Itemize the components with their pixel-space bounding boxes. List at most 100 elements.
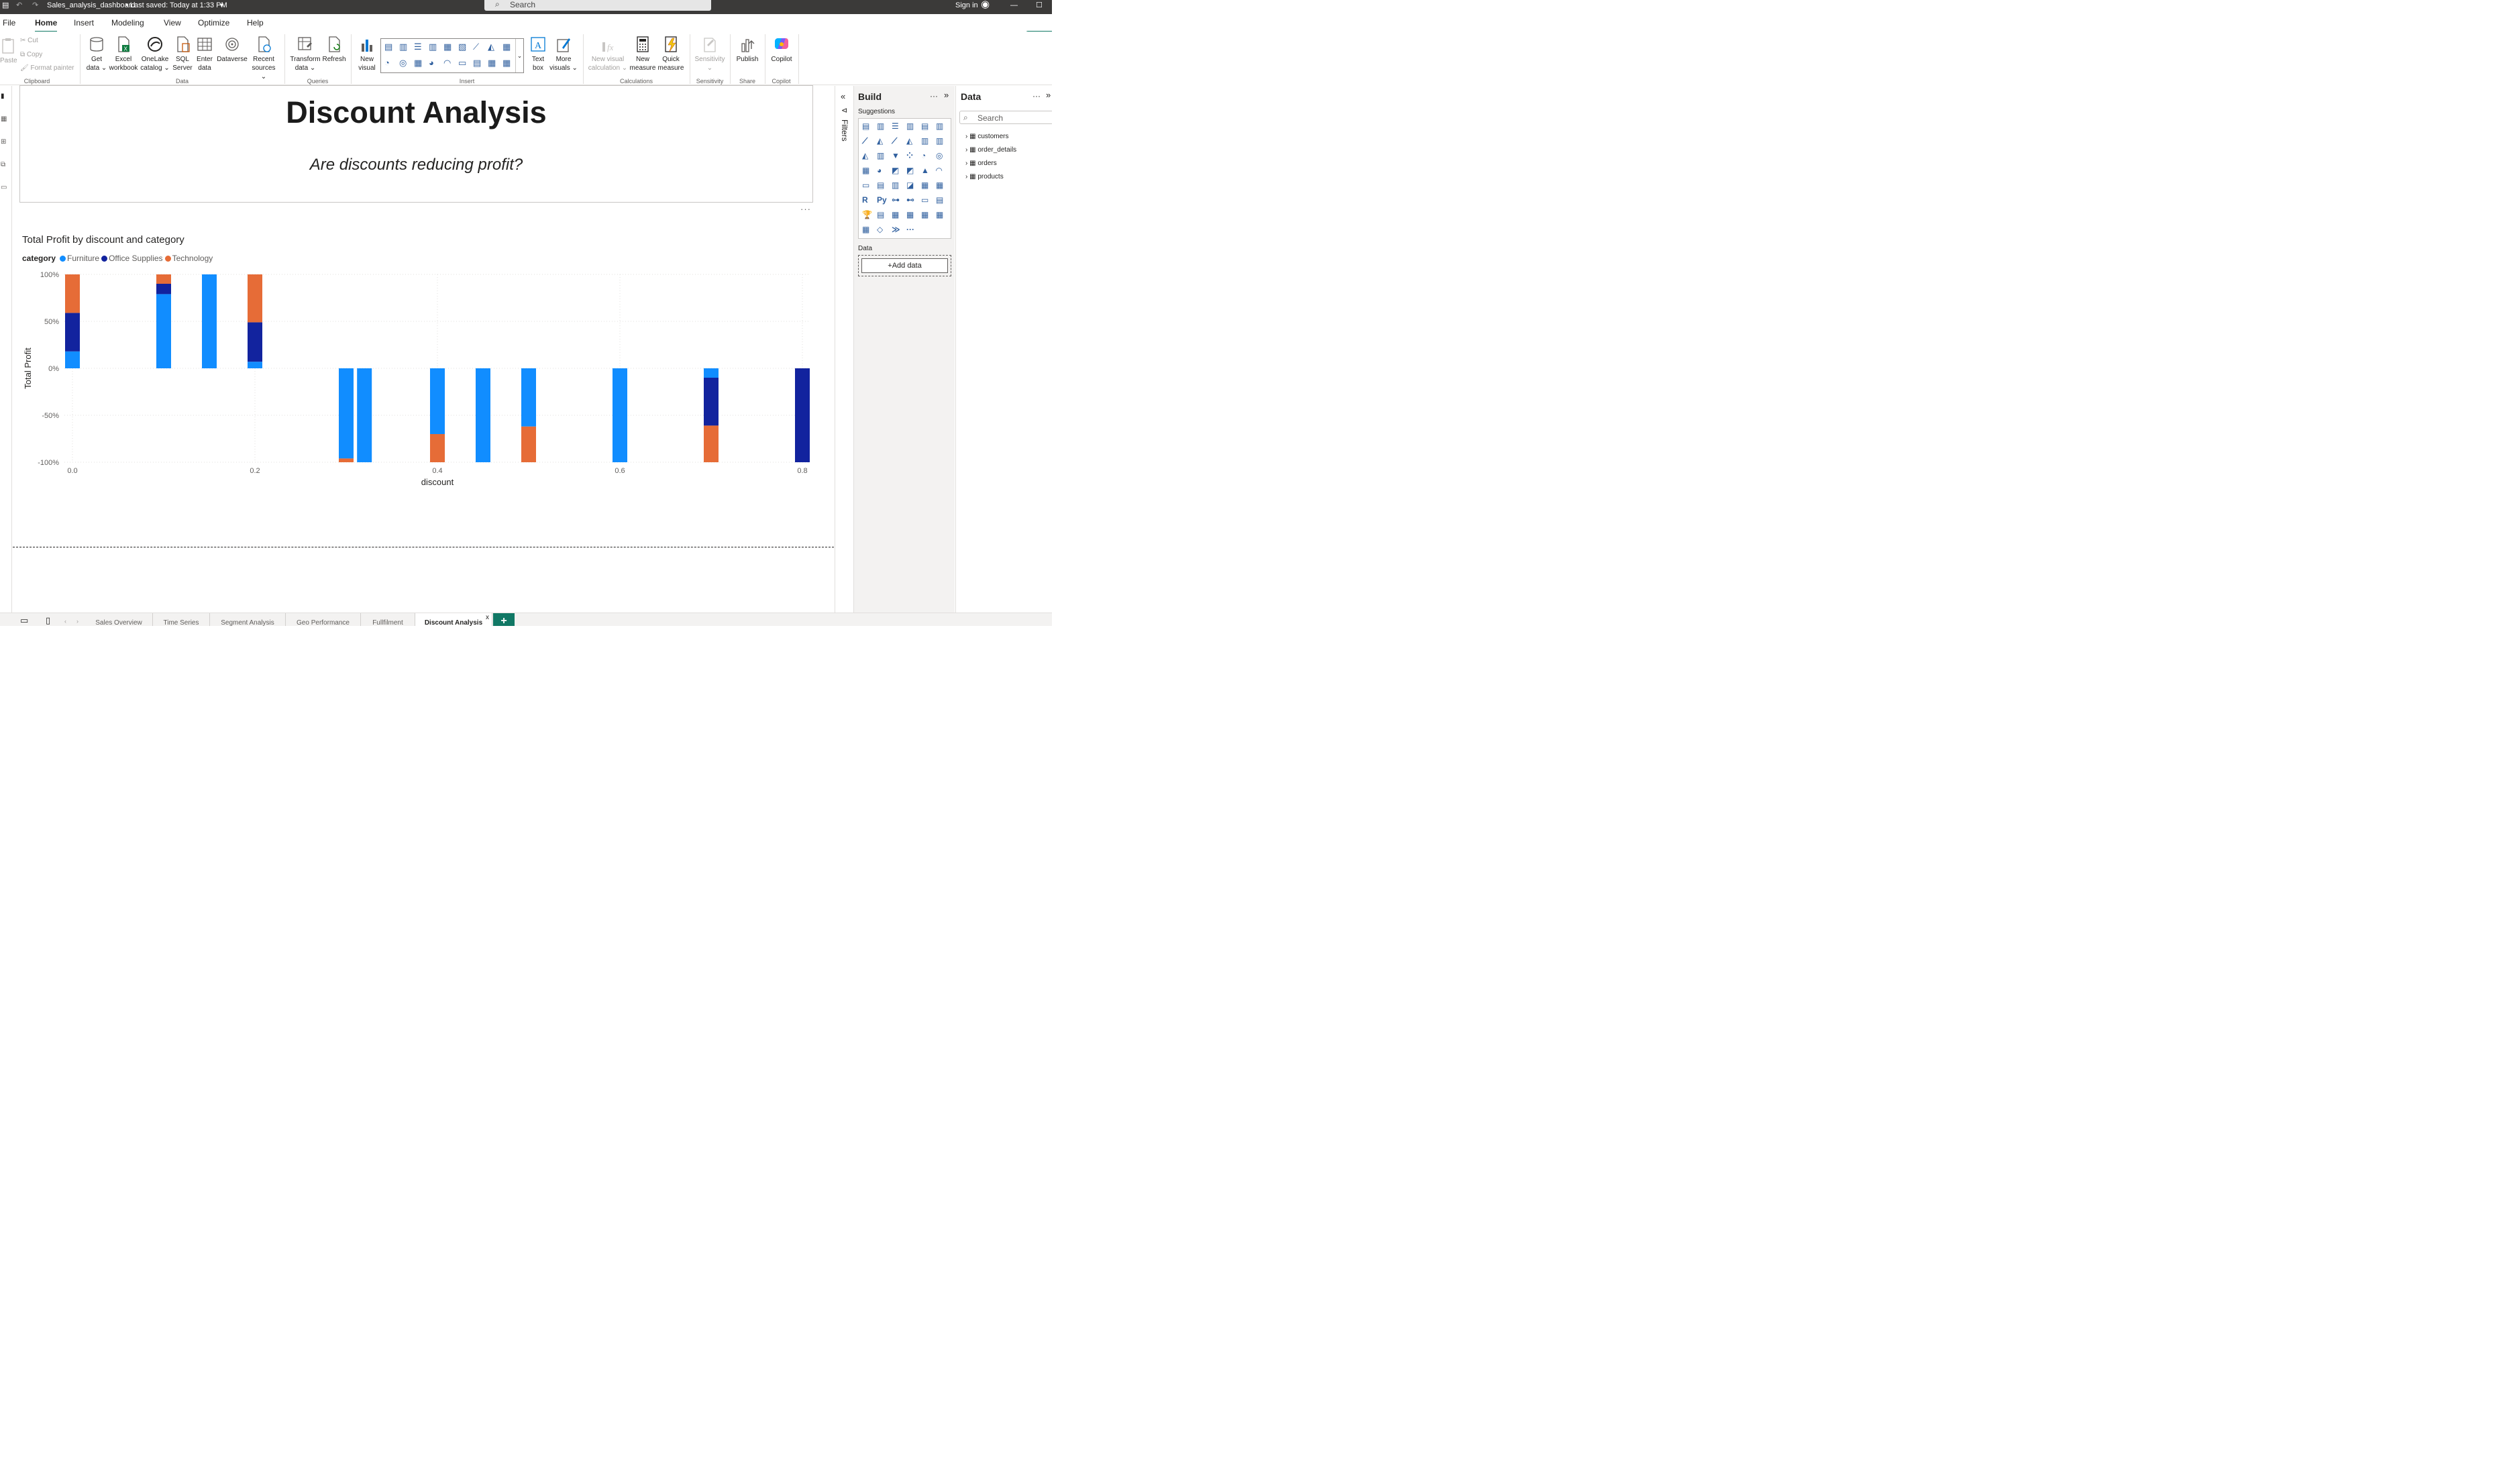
visual-type-icon[interactable]: ◎ <box>936 151 943 160</box>
bar-segment-furniture[interactable] <box>65 351 80 368</box>
visual-type-icon[interactable]: ▤ <box>921 121 929 131</box>
sign-in-link[interactable]: Sign in <box>955 0 978 14</box>
minimize-icon[interactable]: — <box>1010 0 1018 14</box>
bar-segment-technology[interactable] <box>521 426 536 462</box>
bar-segment-furniture[interactable] <box>339 368 354 459</box>
bar-segment-furniture[interactable] <box>613 368 627 462</box>
bar-segment-office-supplies[interactable] <box>704 378 719 426</box>
visual-type-icon[interactable]: Py <box>877 195 887 205</box>
bar-segment-office-supplies[interactable] <box>795 368 810 462</box>
visual-type-icon[interactable]: ◭ <box>906 136 912 146</box>
visual-type-icon[interactable]: 🏆 <box>862 210 872 219</box>
visual-type-icon[interactable]: ▥ <box>877 151 884 160</box>
bar-segment-technology[interactable] <box>339 458 354 462</box>
visual-type-icon[interactable]: ≫ <box>892 225 900 234</box>
visual-type-icon[interactable]: ▥ <box>877 121 884 131</box>
table-orders[interactable]: › ▦ orders <box>965 160 997 167</box>
visual-type-icon[interactable]: ▤ <box>862 121 869 131</box>
visual-type-icon[interactable]: ◩ <box>906 166 914 175</box>
visual-type-icon[interactable]: ▤ <box>936 195 943 205</box>
bar-segment-technology[interactable] <box>65 274 80 313</box>
table-order-details[interactable]: › ▦ order_details <box>965 146 1016 154</box>
visual-type-icon[interactable]: ▲ <box>921 166 929 175</box>
desktop-layout-icon[interactable]: ▭ <box>20 615 28 626</box>
visual-type-icon[interactable]: ··· <box>906 225 914 234</box>
visual-type-icon[interactable]: ▤ <box>877 210 884 219</box>
visual-type-icon[interactable]: ▦ <box>906 210 914 219</box>
bar-segment-technology[interactable] <box>248 274 262 323</box>
bar-segment-furniture[interactable] <box>156 294 171 368</box>
visual-type-icon[interactable]: ▼ <box>892 151 900 160</box>
visual-type-icon[interactable]: ▦ <box>936 180 943 190</box>
visual-type-icon[interactable]: ⟋ <box>892 136 897 146</box>
bar-segment-furniture[interactable] <box>476 368 490 462</box>
bar-segment-office-supplies[interactable] <box>248 322 262 362</box>
visual-type-icon[interactable]: ▦ <box>936 210 943 219</box>
tab-geo-performance[interactable]: Geo Performance <box>286 613 361 626</box>
scroll-right-icon[interactable]: › <box>76 618 78 625</box>
tab-discount-analysis[interactable]: Discount Analysis <box>415 613 492 626</box>
visual-type-icon[interactable]: ◭ <box>877 136 883 146</box>
data-expand-icon[interactable]: » <box>1046 90 1051 100</box>
visual-type-icon[interactable]: ▦ <box>892 210 899 219</box>
add-data-button[interactable]: +Add data <box>861 258 948 273</box>
visual-type-icon[interactable]: ▦ <box>862 166 869 175</box>
tab-time-series[interactable]: Time Series <box>153 613 210 626</box>
bar-segment-office-supplies[interactable] <box>156 284 171 295</box>
visual-type-icon[interactable]: ▥ <box>921 136 929 146</box>
data-more-icon[interactable]: ··· <box>1032 91 1041 101</box>
table-products[interactable]: › ▦ products <box>965 173 1004 180</box>
visual-type-icon[interactable]: ◩ <box>892 166 899 175</box>
account-icon[interactable]: ◉ <box>981 0 990 14</box>
tab-sales-overview[interactable]: Sales Overview <box>85 613 153 626</box>
visual-type-icon[interactable]: ◭ <box>862 151 868 160</box>
scroll-left-icon[interactable]: ‹ <box>64 618 66 625</box>
stacked-bar-chart[interactable]: 100% 50% 0% -50% -100% 0.0 0.2 0.4 0.6 0.8 discoun… <box>0 0 832 496</box>
expand-right-icon[interactable]: » <box>944 90 949 100</box>
visual-type-icon[interactable]: ▤ <box>877 180 884 190</box>
visual-type-icon[interactable]: ▦ <box>862 225 869 234</box>
build-more-icon[interactable]: ··· <box>930 91 938 101</box>
visual-type-icon[interactable]: ▦ <box>921 210 929 219</box>
visual-type-icon[interactable]: R <box>862 195 868 205</box>
maximize-icon[interactable]: ☐ <box>1036 0 1043 14</box>
visual-type-icon[interactable]: ⟋ <box>862 136 867 146</box>
visual-type-icon[interactable]: ◠ <box>936 166 942 175</box>
visual-type-icon[interactable]: ⊷ <box>906 195 914 205</box>
visual-type-icon[interactable]: ◇ <box>877 225 883 234</box>
visual-type-icon[interactable]: ▥ <box>936 136 943 146</box>
bar-segment-furniture[interactable] <box>202 274 217 368</box>
collapse-left-icon[interactable]: « <box>841 91 845 101</box>
bar-segment-technology[interactable] <box>156 274 171 284</box>
add-page-button[interactable]: + <box>493 613 515 626</box>
bar-segment-furniture[interactable] <box>521 368 536 427</box>
bar-segment-furniture[interactable] <box>248 362 262 368</box>
visual-type-icon[interactable]: ▥ <box>892 180 899 190</box>
bar-segment-furniture[interactable] <box>357 368 372 462</box>
bar-segment-furniture[interactable] <box>430 368 445 434</box>
bar-segment-office-supplies[interactable] <box>65 313 80 352</box>
visual-type-icon[interactable]: ⊶ <box>892 195 900 205</box>
bar-segment-technology[interactable] <box>704 425 719 462</box>
visual-type-icon[interactable]: ◪ <box>906 180 914 190</box>
visual-type-icon[interactable]: ⁘ <box>906 151 913 160</box>
table-customers[interactable]: › ▦ customers <box>965 133 1008 140</box>
visual-type-icon[interactable]: ▭ <box>862 180 869 190</box>
bar-segment-furniture[interactable] <box>704 368 719 378</box>
table-icon: ▦ <box>969 133 976 140</box>
visual-type-icon[interactable]: ☰ <box>892 121 899 131</box>
visual-type-icon[interactable]: ▭ <box>921 195 929 205</box>
visual-type-icon[interactable]: ▥ <box>936 121 943 131</box>
visual-type-icon[interactable]: ◔ <box>921 151 926 160</box>
visual-type-icon[interactable]: ▦ <box>921 180 929 190</box>
filters-pane[interactable]: « ⊲ Filters <box>835 86 853 613</box>
visual-type-icon[interactable]: ▥ <box>906 121 914 131</box>
data-search-input[interactable]: ⌕ Search <box>959 111 1052 124</box>
close-tab-icon[interactable]: x <box>486 614 489 621</box>
mobile-layout-icon[interactable]: ▯ <box>46 615 50 626</box>
tab-segment-analysis[interactable]: Segment Analysis <box>210 613 286 626</box>
visual-type-icon[interactable]: ◕ <box>877 166 882 175</box>
bar-segment-technology[interactable] <box>430 434 445 462</box>
tab-fullfilment[interactable]: Fullfilment <box>361 613 415 626</box>
add-data-dropzone[interactable]: +Add data <box>858 255 951 276</box>
